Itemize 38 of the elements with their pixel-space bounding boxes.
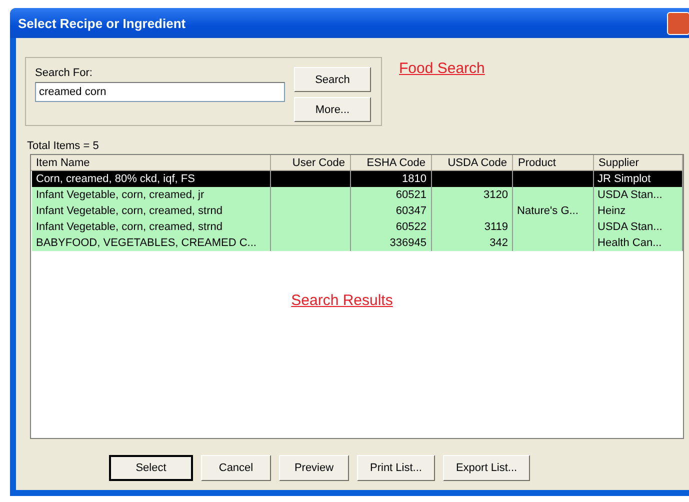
table-cell: 3120: [484, 189, 508, 201]
table-row[interactable]: Infant Vegetable, corn, creamed, jr 60521 3120 USDA Stan...: [32, 187, 683, 203]
close-button[interactable]: [667, 12, 689, 34]
table-cell: JR Simplot: [598, 173, 651, 185]
window-title: Select Recipe or Ingredient: [18, 16, 186, 30]
table-cell: USDA Stan...: [598, 221, 662, 233]
table-cell: 60522: [396, 221, 426, 233]
dialog-button[interactable]: Export List...: [442, 455, 530, 481]
table-cell: 60521: [396, 189, 426, 201]
dialog-button[interactable]: Print List...: [357, 455, 435, 481]
table-cell: 342: [490, 237, 508, 249]
table-cell: Infant Vegetable, corn, creamed, strnd: [36, 221, 223, 233]
dialog-button[interactable]: Select: [109, 455, 193, 481]
search-field[interactable]: creamed corn: [35, 82, 285, 102]
table-cell: BABYFOOD, VEGETABLES, CREAMED C...: [36, 237, 256, 249]
table-row[interactable]: BABYFOOD, VEGETABLES, CREAMED C... 336945 342 Health Can...: [32, 235, 683, 251]
table-cell: Infant Vegetable, corn, creamed, strnd: [36, 205, 223, 217]
table-cell: 1810: [402, 173, 426, 185]
table-cell: Nature's G...: [517, 205, 578, 217]
dialog-button[interactable]: Preview: [279, 455, 349, 481]
table-cell: Heinz: [598, 205, 626, 217]
dialog-button[interactable]: Cancel: [201, 455, 271, 481]
table-cell: 336945: [390, 237, 426, 249]
table-row[interactable]: Infant Vegetable, corn, creamed, strnd 60522 3119 USDA Stan...: [32, 219, 683, 235]
table-cell: 3119: [484, 221, 508, 233]
search-label: Search For:: [35, 67, 94, 79]
table-row[interactable]: Infant Vegetable, corn, creamed, strnd 60347 Nature's G... Heinz: [32, 203, 683, 219]
table-cell: 60347: [396, 205, 426, 217]
total-items-label: Total Items = 5: [27, 140, 100, 152]
search-button[interactable]: Search: [294, 67, 371, 92]
search-button[interactable]: More...: [294, 97, 371, 122]
table-cell: Health Can...: [598, 237, 662, 249]
annotation-text: Search Results: [291, 292, 393, 311]
annotation-text: Food Search: [399, 60, 485, 79]
table-cell: USDA Stan...: [598, 189, 662, 201]
table-cell: Infant Vegetable, corn, creamed, jr: [36, 189, 204, 201]
table-row[interactable]: Corn, creamed, 80% ckd, iqf, FS 1810 JR Simplot: [32, 171, 683, 187]
table-cell: Corn, creamed, 80% ckd, iqf, FS: [36, 173, 195, 185]
